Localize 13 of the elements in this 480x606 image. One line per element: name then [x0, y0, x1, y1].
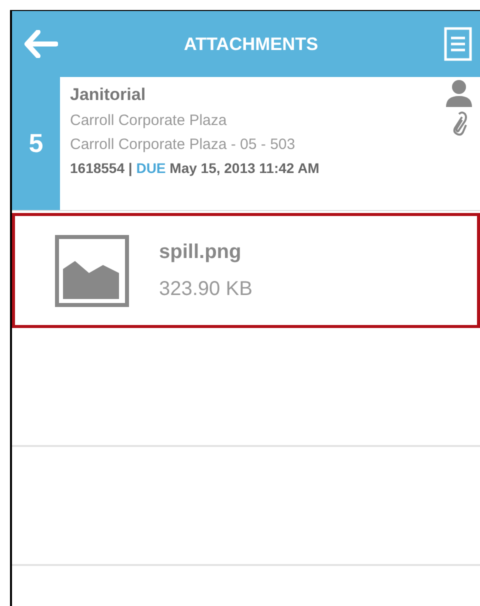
order-sublocation: Carroll Corporate Plaza - 05 - 503	[70, 136, 296, 153]
screen-title: ATTACHMENTS	[184, 34, 318, 54]
order-due-line: 1618554 | DUE May 15, 2013 11:42 AM	[70, 160, 320, 176]
file-name: spill.png	[159, 240, 242, 264]
image-icon	[55, 234, 129, 306]
order-location: Carroll Corporate Plaza	[70, 112, 227, 129]
person-icon	[444, 79, 474, 107]
menu-icon[interactable]	[444, 27, 472, 61]
file-size: 323.90 KB	[159, 278, 252, 300]
order-number: 5	[12, 77, 60, 210]
back-icon[interactable]	[24, 30, 58, 58]
order-title: Janitorial	[70, 85, 146, 105]
attachment-item[interactable]: spill.png 323.90 KB	[12, 213, 480, 328]
